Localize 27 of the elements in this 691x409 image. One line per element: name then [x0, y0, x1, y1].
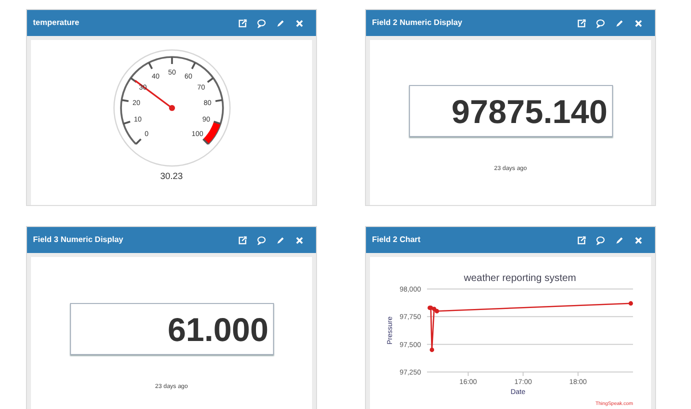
chart-title: weather reporting system	[464, 273, 576, 284]
numeric-display: 97875.140	[408, 85, 612, 137]
external-link-icon[interactable]	[238, 18, 247, 28]
external-link-icon[interactable]	[577, 18, 586, 28]
comment-icon[interactable]	[257, 236, 266, 244]
close-icon[interactable]	[295, 236, 304, 244]
pencil-icon[interactable]	[615, 236, 624, 244]
comment-icon[interactable]	[257, 18, 266, 28]
pencil-icon[interactable]	[276, 236, 285, 244]
panel-title: Field 2 Chart	[372, 234, 422, 246]
close-icon[interactable]	[295, 18, 304, 28]
panel-title: temperature	[33, 17, 80, 29]
comment-icon[interactable]	[596, 236, 605, 244]
panel-title: Field 3 Numeric Display	[33, 234, 124, 246]
data-point	[628, 301, 633, 306]
gauge-needle	[134, 80, 174, 111]
pencil-icon[interactable]	[276, 18, 285, 28]
close-icon[interactable]	[634, 18, 643, 28]
comment-icon[interactable]	[596, 18, 605, 28]
pencil-icon[interactable]	[615, 18, 624, 28]
external-link-icon[interactable]	[577, 236, 586, 244]
gauge-reading: 30.23	[160, 170, 183, 183]
numeric-display: 61.000	[70, 303, 274, 355]
data-point	[430, 348, 434, 352]
external-link-icon[interactable]	[238, 236, 247, 244]
panel-title: Field 2 Numeric Display	[372, 17, 464, 29]
close-icon[interactable]	[634, 236, 643, 244]
